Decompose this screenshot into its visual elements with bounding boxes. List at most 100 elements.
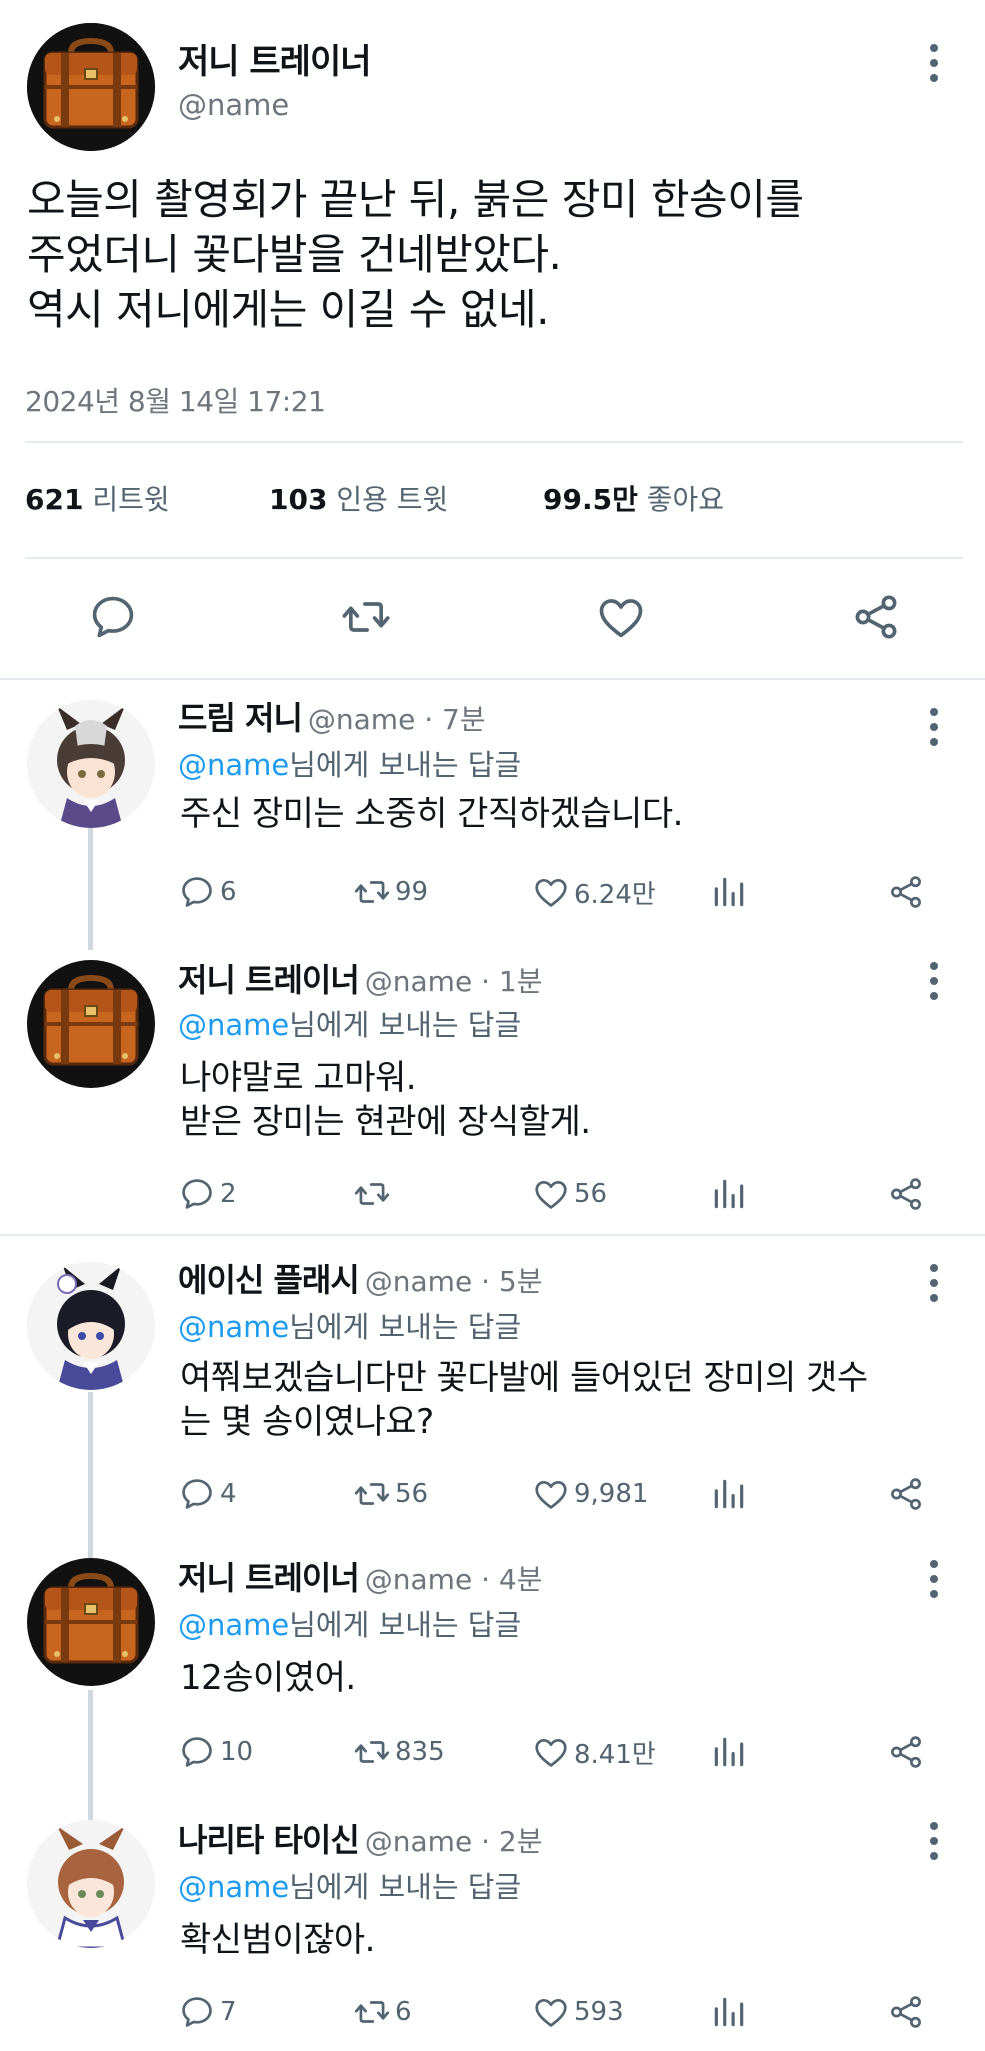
- reply-author-name[interactable]: 에이신 플래시: [178, 1261, 360, 1299]
- like-count: 9,981: [574, 1479, 649, 1509]
- reply-text-line: 나야말로 고마워.: [180, 1058, 417, 1098]
- reply-action-bar: 10 835 8.41만: [0, 1728, 985, 1776]
- quotes-stat[interactable]: 103 인용 트윗: [269, 478, 448, 518]
- author-handle[interactable]: @name: [178, 88, 289, 122]
- horse-girl-brown-hair-avatar-icon[interactable]: [27, 1820, 155, 1948]
- reply-text: 확신범이잖아.: [180, 1918, 376, 1962]
- retweet-icon: [353, 1733, 391, 1771]
- share-button[interactable]: [887, 1170, 925, 1218]
- reply-tweet: 에이신 플래시 @name · 5분 @name님에게 보내는 답글 여쭤보겠습니…: [0, 1260, 985, 1510]
- like-button[interactable]: 8.41만: [532, 1728, 656, 1776]
- reply-count: 6: [220, 877, 237, 907]
- reply-button[interactable]: 6: [178, 868, 237, 916]
- suitcase-avatar-icon[interactable]: [27, 23, 155, 151]
- stats-icon: [710, 873, 748, 911]
- mention-link[interactable]: @name: [178, 1870, 289, 1904]
- retweet-button[interactable]: 99: [353, 868, 428, 916]
- replying-to: @name님에게 보내는 답글: [178, 1304, 521, 1346]
- tweet-text-line: 역시 저니에게는 이길 수 없네.: [27, 285, 549, 334]
- divider: [0, 678, 985, 680]
- retweet-button[interactable]: 56: [353, 1470, 428, 1518]
- share-button[interactable]: [887, 868, 925, 916]
- retweet-button[interactable]: [353, 1170, 395, 1218]
- retweets-stat[interactable]: 621 리트윗: [25, 478, 170, 518]
- reply-text-line: 여쭤보겠습니다만 꽃다발에 들어있던 장미의 갯수: [180, 1358, 868, 1398]
- views-button[interactable]: [710, 868, 748, 916]
- more-options-icon[interactable]: [927, 708, 941, 746]
- views-button[interactable]: [710, 1728, 748, 1776]
- author-name[interactable]: 저니 트레이너: [178, 34, 372, 83]
- share-button[interactable]: [887, 1728, 925, 1776]
- like-button[interactable]: 593: [532, 1988, 624, 2036]
- quotes-label: 인용 트윗: [336, 483, 449, 516]
- views-button[interactable]: [710, 1170, 748, 1218]
- reply-button[interactable]: 2: [178, 1170, 237, 1218]
- replying-to: @name님에게 보내는 답글: [178, 742, 521, 784]
- reply-icon[interactable]: [87, 591, 139, 643]
- reply-icon: [178, 1993, 216, 2031]
- reply-icon: [178, 873, 216, 911]
- mention-link[interactable]: @name: [178, 748, 289, 782]
- mention-link[interactable]: @name: [178, 1310, 289, 1344]
- suitcase-avatar-icon[interactable]: [27, 1558, 155, 1686]
- reply-text: 주신 장미는 소중히 간직하겠습니다.: [180, 792, 683, 836]
- likes-stat[interactable]: 99.5만 좋아요: [543, 478, 724, 518]
- views-button[interactable]: [710, 1988, 748, 2036]
- reply-count: 2: [220, 1179, 237, 1209]
- share-button[interactable]: [887, 1470, 925, 1518]
- reply-header: 저니 트레이너 @name · 4분: [178, 1558, 542, 1598]
- reply-button[interactable]: 4: [178, 1470, 237, 1518]
- replying-to-label: 님에게 보내는 답글: [289, 1870, 522, 1904]
- more-options-icon[interactable]: [927, 962, 941, 1000]
- tweet-text-line: 주었더니 꽃다발을 건네받았다.: [27, 230, 562, 279]
- reply-tweet: 저니 트레이너 @name · 1분 @name님에게 보내는 답글 나야말로 고…: [0, 960, 985, 1220]
- reply-header: 에이신 플래시 @name · 5분: [178, 1260, 542, 1300]
- retweet-button[interactable]: 6: [353, 1988, 412, 2036]
- reply-handle-time: @name · 7분: [307, 703, 486, 736]
- retweet-icon[interactable]: [340, 591, 392, 643]
- reply-button[interactable]: 10: [178, 1728, 253, 1776]
- reply-header: 저니 트레이너 @name · 1분: [178, 960, 542, 1000]
- retweet-count: 835: [395, 1737, 445, 1767]
- retweet-icon: [353, 1175, 391, 1213]
- views-button[interactable]: [710, 1470, 748, 1518]
- reply-count: 10: [220, 1737, 254, 1767]
- reply-text: 12송이였어.: [180, 1656, 356, 1700]
- more-options-icon[interactable]: [927, 1822, 941, 1860]
- like-button[interactable]: 6.24만: [532, 868, 656, 916]
- retweet-button[interactable]: 835: [353, 1728, 445, 1776]
- reply-author-name[interactable]: 드림 저니: [178, 699, 303, 737]
- reply-author-name[interactable]: 저니 트레이너: [178, 1559, 360, 1597]
- retweets-label: 리트윗: [92, 483, 170, 516]
- reply-author-name[interactable]: 저니 트레이너: [178, 961, 360, 999]
- reply-icon: [178, 1733, 216, 1771]
- reply-action-bar: 4 56 9,981: [0, 1470, 985, 1518]
- main-action-bar: [0, 582, 985, 652]
- like-button[interactable]: 56: [532, 1170, 607, 1218]
- more-options-icon[interactable]: [927, 1560, 941, 1598]
- tweet-timestamp[interactable]: 2024년 8월 14일 17:21: [25, 380, 326, 420]
- horse-girl-dark-hair-avatar-icon[interactable]: [27, 1262, 155, 1390]
- reply-tweet: 나리타 타이신 @name · 2분 @name님에게 보내는 답글 확신범이잖아…: [0, 1820, 985, 2045]
- more-options-icon[interactable]: [927, 1264, 941, 1302]
- reply-button[interactable]: 7: [178, 1988, 237, 2036]
- reply-handle-time: @name · 4분: [364, 1563, 543, 1596]
- retweet-count: 56: [395, 1479, 429, 1509]
- replying-to-label: 님에게 보내는 답글: [289, 1008, 522, 1042]
- mention-link[interactable]: @name: [178, 1608, 289, 1642]
- suitcase-avatar-icon[interactable]: [27, 960, 155, 1088]
- horse-girl-gray-hair-avatar-icon[interactable]: [27, 700, 155, 828]
- reply-tweet: 저니 트레이너 @name · 4분 @name님에게 보내는 답글 12송이였어…: [0, 1558, 985, 1778]
- reply-author-name[interactable]: 나리타 타이신: [178, 1821, 360, 1859]
- share-icon[interactable]: [850, 591, 902, 643]
- likes-label: 좋아요: [646, 483, 725, 516]
- like-button[interactable]: 9,981: [532, 1470, 648, 1518]
- share-button[interactable]: [887, 1988, 925, 2036]
- share-icon: [887, 1175, 925, 1213]
- like-icon[interactable]: [595, 591, 647, 643]
- reply-count: 7: [220, 1997, 237, 2027]
- divider: [25, 557, 963, 559]
- mention-link[interactable]: @name: [178, 1008, 289, 1042]
- more-options-icon[interactable]: [927, 44, 941, 82]
- tweet-text: 오늘의 촬영회가 끝난 뒤, 붉은 장미 한송이를 주었더니 꽃다발을 건네받았…: [27, 172, 967, 337]
